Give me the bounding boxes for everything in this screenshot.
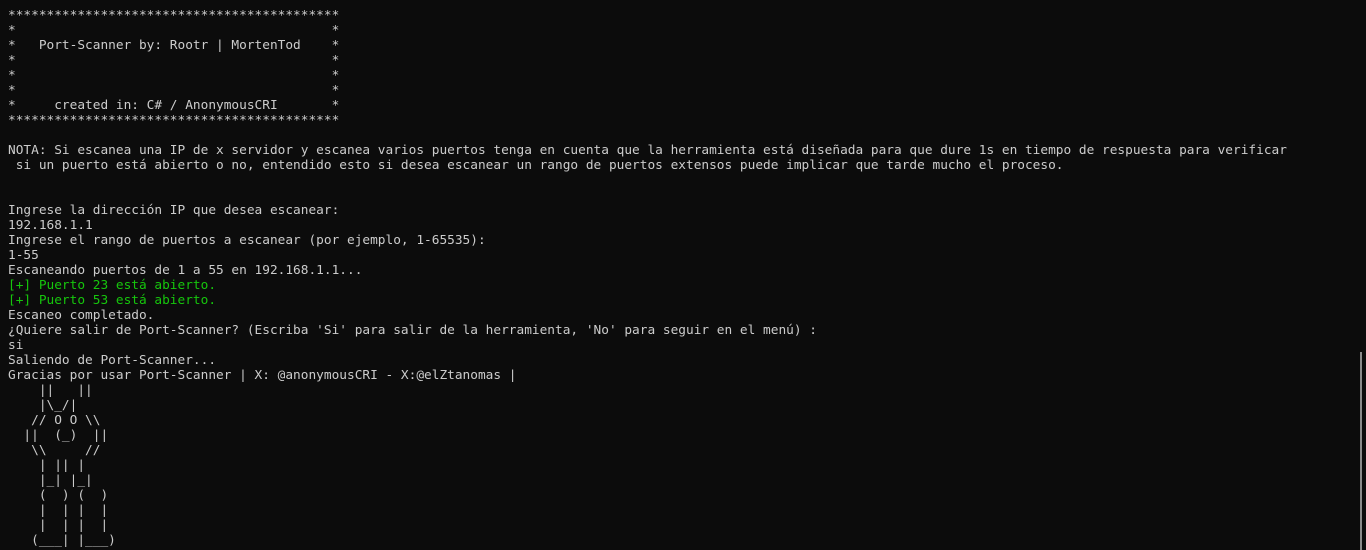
- terminal-line: * *: [8, 23, 340, 38]
- terminal-line: ****************************************…: [8, 8, 340, 23]
- terminal-line: * created in: C# / AnonymousCRI *: [8, 98, 340, 113]
- terminal-line: Escaneando puertos de 1 a 55 en 192.168.…: [8, 263, 363, 278]
- terminal-output: ****************************************…: [8, 8, 1366, 548]
- terminal-line: 1-55: [8, 248, 39, 263]
- terminal-line: Gracias por usar Port-Scanner | X: @anon…: [8, 368, 517, 383]
- terminal-line: | | | |: [8, 503, 109, 518]
- terminal-line: || ||: [8, 383, 93, 398]
- terminal-line: (___| |___): [8, 533, 116, 548]
- terminal-line: // O O \\: [8, 413, 101, 428]
- terminal-line: Ingrese la dirección IP que desea escane…: [8, 203, 340, 218]
- terminal-line: si: [8, 338, 24, 353]
- scrollbar[interactable]: [1360, 352, 1362, 550]
- terminal-line: | || |: [8, 458, 86, 473]
- terminal-line: | | | |: [8, 518, 109, 533]
- terminal-line: |\_/|: [8, 398, 78, 413]
- terminal-line: || (_) ||: [8, 428, 109, 443]
- terminal-line: |_| |_|: [8, 473, 93, 488]
- terminal-line: * *: [8, 53, 340, 68]
- terminal-window[interactable]: ****************************************…: [0, 0, 1366, 550]
- terminal-line: si un puerto está abierto o no, entendid…: [8, 158, 1064, 173]
- terminal-line: Ingrese el rango de puertos a escanear (…: [8, 233, 486, 248]
- terminal-line: * *: [8, 68, 340, 83]
- terminal-line: Saliendo de Port-Scanner...: [8, 353, 217, 368]
- open-port-line: [+] Puerto 53 está abierto.: [8, 293, 217, 308]
- open-port-line: [+] Puerto 23 está abierto.: [8, 278, 217, 293]
- terminal-line: \\ //: [8, 443, 101, 458]
- terminal-line: ( ) ( ): [8, 488, 109, 503]
- terminal-line: * Port-Scanner by: Rootr | MortenTod *: [8, 38, 340, 53]
- terminal-line: ****************************************…: [8, 113, 340, 128]
- terminal-line: ¿Quiere salir de Port-Scanner? (Escriba …: [8, 323, 817, 338]
- terminal-line: * *: [8, 83, 340, 98]
- terminal-line: 192.168.1.1: [8, 218, 93, 233]
- terminal-line: NOTA: Si escanea una IP de x servidor y …: [8, 143, 1287, 158]
- terminal-line: Escaneo completado.: [8, 308, 155, 323]
